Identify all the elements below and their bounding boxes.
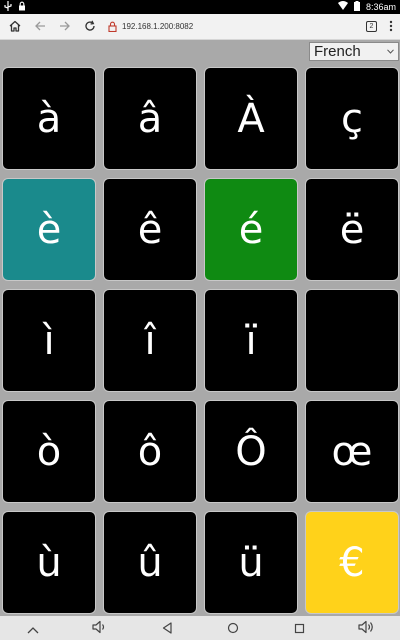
char-key-label: ù xyxy=(36,539,62,586)
char-key-label: û xyxy=(137,539,163,586)
hide-keyboard-button[interactable] xyxy=(21,618,45,638)
char-key-label: € xyxy=(339,539,365,586)
char-key-label: â xyxy=(137,95,163,142)
char-key-label: ï xyxy=(245,317,257,364)
system-recents-button[interactable] xyxy=(288,618,312,638)
char-key-label: œ xyxy=(331,428,373,475)
char-key-label: ô xyxy=(137,428,163,475)
char-key[interactable]: Ô xyxy=(204,400,298,503)
char-key-label: é xyxy=(238,206,264,253)
home-button[interactable] xyxy=(4,16,26,38)
system-home-button[interactable] xyxy=(221,618,245,638)
char-key[interactable]: € xyxy=(305,511,399,614)
volume-up-icon xyxy=(358,619,376,638)
hide-keyboard-icon xyxy=(27,619,39,638)
forward-icon xyxy=(59,17,71,36)
char-key-label: ü xyxy=(238,539,264,586)
char-key-label: î xyxy=(144,317,156,364)
char-key-label: ì xyxy=(43,317,55,364)
volume-up-button[interactable] xyxy=(355,618,379,638)
char-key-label: ë xyxy=(339,206,365,253)
home-icon xyxy=(227,619,239,638)
status-bar: 8:36am xyxy=(0,0,400,14)
reload-icon xyxy=(84,17,96,36)
char-key[interactable]: ô xyxy=(103,400,197,503)
char-key-empty[interactable] xyxy=(305,289,399,392)
char-key[interactable]: ç xyxy=(305,67,399,170)
char-key[interactable]: ò xyxy=(2,400,96,503)
address-bar[interactable]: 192.168.1.200:8082 xyxy=(108,17,366,37)
url-text: 192.168.1.200:8082 xyxy=(122,22,194,31)
lock-icon xyxy=(18,1,26,14)
volume-down-icon xyxy=(92,619,108,638)
wifi-icon xyxy=(337,1,348,13)
insecure-lock-icon xyxy=(108,17,117,36)
char-key[interactable]: â xyxy=(103,67,197,170)
char-key[interactable]: à xyxy=(2,67,96,170)
char-key-label: À xyxy=(237,95,265,142)
char-key[interactable]: ù xyxy=(2,511,96,614)
overflow-menu-icon xyxy=(389,17,393,36)
char-key[interactable]: è xyxy=(2,178,96,281)
char-key[interactable]: û xyxy=(103,511,197,614)
language-select[interactable]: French xyxy=(309,42,399,61)
char-key[interactable]: À xyxy=(204,67,298,170)
char-key-label: à xyxy=(36,95,62,142)
menu-button[interactable] xyxy=(386,17,396,37)
char-key-label: è xyxy=(36,206,62,253)
screen: 8:36am 192.168.1.200:8082 2 French à â À… xyxy=(0,0,400,640)
char-key[interactable]: é xyxy=(204,178,298,281)
char-key-label: ç xyxy=(341,95,363,142)
char-key[interactable]: ì xyxy=(2,289,96,392)
char-key[interactable]: œ xyxy=(305,400,399,503)
char-key[interactable]: ï xyxy=(204,289,298,392)
status-left xyxy=(4,0,26,14)
usb-icon xyxy=(4,0,12,14)
battery-icon xyxy=(353,0,360,14)
character-key-grid: à â À ç è ê é ë ì î ï ò ô Ô œ ù û ü € xyxy=(0,66,400,616)
back-button[interactable] xyxy=(29,16,51,38)
recents-icon xyxy=(294,619,305,638)
char-key-label: ê xyxy=(137,206,163,253)
volume-down-button[interactable] xyxy=(88,618,112,638)
system-nav-bar xyxy=(0,616,400,640)
char-key[interactable]: î xyxy=(103,289,197,392)
language-select-value: French xyxy=(314,43,361,60)
chevron-down-icon xyxy=(387,47,394,56)
status-right: 8:36am xyxy=(337,0,396,14)
char-key[interactable]: ê xyxy=(103,178,197,281)
back-icon xyxy=(162,619,172,638)
char-key-label: Ô xyxy=(235,428,267,475)
tab-switcher-button[interactable]: 2 xyxy=(366,21,377,32)
browser-toolbar: 192.168.1.200:8082 2 xyxy=(0,14,400,40)
status-time: 8:36am xyxy=(365,2,396,12)
char-key[interactable]: ü xyxy=(204,511,298,614)
back-icon xyxy=(34,17,46,36)
char-key-label: ò xyxy=(36,428,62,475)
home-icon xyxy=(9,17,21,36)
reload-button[interactable] xyxy=(79,16,101,38)
char-key[interactable]: ë xyxy=(305,178,399,281)
forward-button[interactable] xyxy=(54,16,76,38)
system-back-button[interactable] xyxy=(155,618,179,638)
